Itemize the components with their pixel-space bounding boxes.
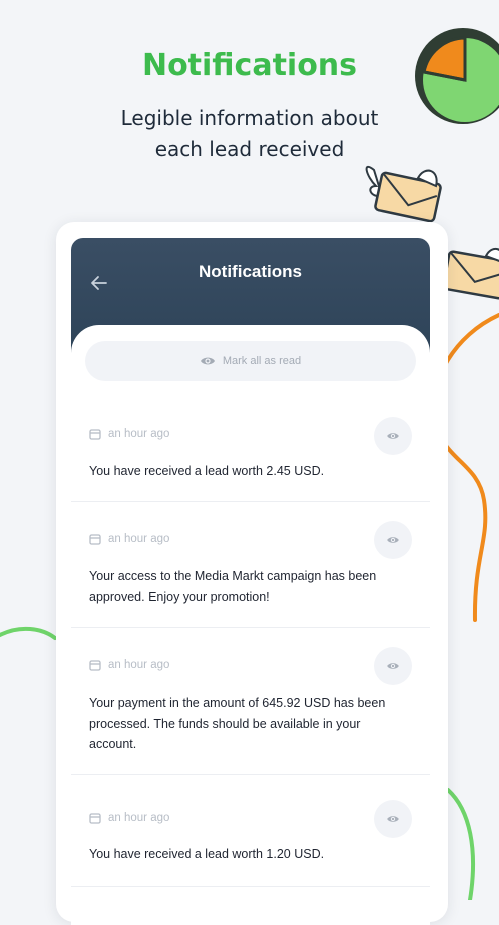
notification-time: an hour ago [108,659,169,671]
eye-icon [386,814,400,824]
calendar-icon [89,533,101,545]
promo-subtitle: Legible information about each lead rece… [0,103,499,165]
promo-subtitle-line-2: each lead received [0,134,499,165]
divider [71,774,430,775]
eye-icon [386,661,400,671]
notification-message: Your access to the Media Markt campaign … [89,566,389,607]
promo-subtitle-line-1: Legible information about [0,103,499,134]
notification-meta: an hour ago [89,428,169,440]
divider [71,627,430,628]
notification-meta: an hour ago [89,533,169,545]
calendar-icon [89,812,101,824]
notification-meta: an hour ago [89,659,169,671]
mark-read-button[interactable] [374,647,412,685]
notification-message: You have received a lead worth 1.20 USD. [89,844,389,865]
notifications-panel [71,325,430,925]
header-title: Notifications [71,262,430,282]
green-curve-right-decoration [448,790,473,900]
mark-read-button[interactable] [374,417,412,455]
divider [71,886,430,887]
flying-envelope-illustration [367,167,442,222]
divider [71,501,430,502]
mark-read-button[interactable] [374,800,412,838]
eye-icon [200,355,216,367]
eye-icon [386,535,400,545]
notification-message: Your payment in the amount of 645.92 USD… [89,693,389,755]
eye-icon [386,431,400,441]
calendar-icon [89,659,101,671]
promo-title: Notifications [0,48,499,83]
mark-all-read-button[interactable]: Mark all as read [85,341,416,381]
calendar-icon [89,428,101,440]
notification-time: an hour ago [108,812,169,824]
notification-time: an hour ago [108,533,169,545]
notification-meta: an hour ago [89,812,169,824]
notification-message: You have received a lead worth 2.45 USD. [89,461,389,482]
mark-read-button[interactable] [374,521,412,559]
notification-time: an hour ago [108,428,169,440]
green-curve-left-decoration [0,629,55,638]
mark-all-read-label: Mark all as read [223,355,301,367]
